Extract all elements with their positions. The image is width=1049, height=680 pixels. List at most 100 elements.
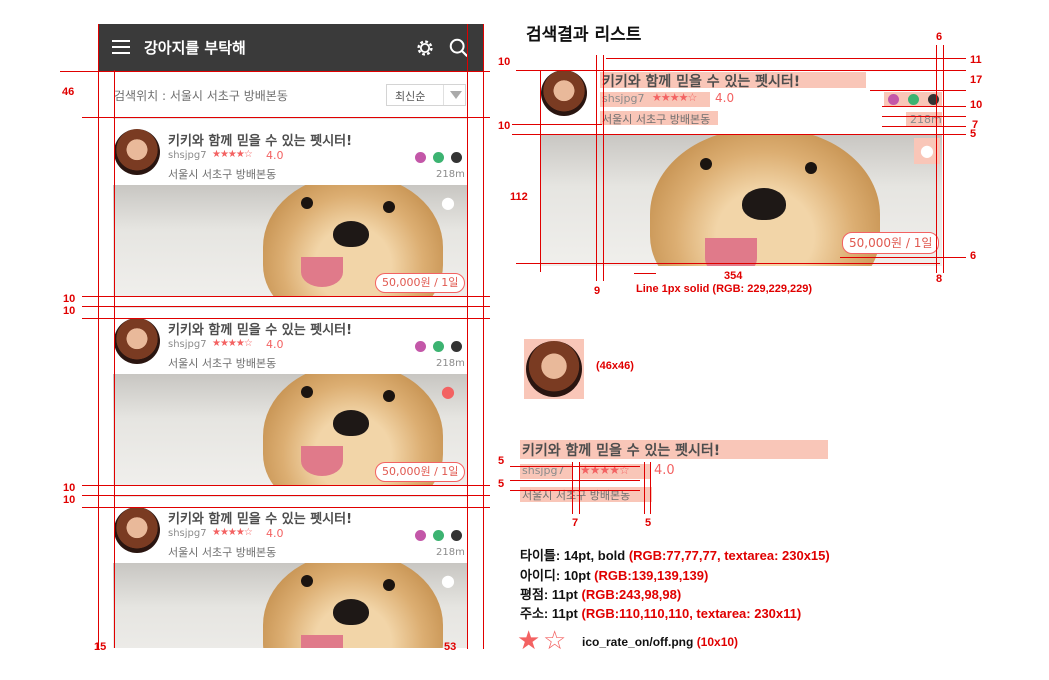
- dim-label: 8: [936, 273, 943, 285]
- rating-stars: ★★★★☆: [212, 527, 253, 538]
- rating-value: 4.0: [266, 527, 284, 540]
- guide-line: [82, 485, 490, 486]
- play-icon: [433, 530, 444, 541]
- dim-label: 15: [94, 641, 107, 653]
- home-icon: [928, 94, 939, 105]
- rating-value: 4.0: [266, 338, 284, 351]
- dim-label: 354: [724, 270, 743, 282]
- dim-label: 10: [498, 56, 511, 68]
- app-bar: 강아지를 부탁해: [98, 24, 483, 72]
- play-icon: [908, 94, 919, 105]
- dim-label: 10: [970, 99, 983, 111]
- sort-select[interactable]: 최신순: [386, 84, 466, 106]
- dim-label: 11: [970, 54, 982, 66]
- menu-icon[interactable]: [112, 38, 132, 56]
- dim-label: 10: [63, 293, 76, 305]
- guide-line: [882, 116, 966, 117]
- list-item[interactable]: 키키와 함께 믿을 수 있는 펫시터! shsjpg7 ★★★★☆ 4.0 서울…: [113, 496, 468, 648]
- rating-value: 4.0: [715, 91, 735, 105]
- dog-face: [263, 563, 443, 648]
- star-spec-line: ico_rate_on/off.png (10x10): [582, 635, 739, 649]
- spec-card: 키키와 함께 믿을 수 있는 펫시터! shsjpg7 ★★★★☆ 4.0 서울…: [540, 70, 942, 266]
- spec-rating-value: 4.0: [654, 463, 675, 478]
- spec-line-rating: 평점: 11pt (RGB:243,98,98): [520, 587, 682, 602]
- user-id: shsjpg7: [168, 339, 207, 350]
- dim-label: 5: [645, 517, 652, 529]
- dim-label: 112: [510, 191, 528, 203]
- paw-icon[interactable]: ●: [920, 141, 934, 160]
- price-badge: 50,000원 / 1일: [375, 462, 466, 482]
- distance: 218m: [436, 169, 465, 180]
- location-bar: 검색위치 : 서울시 서초구 방배본동 최신순: [98, 72, 483, 118]
- avatar: [114, 507, 160, 553]
- user-id: shsjpg7: [168, 150, 207, 161]
- distance: 218m: [436, 547, 465, 558]
- guide-line: [510, 490, 640, 491]
- guide-line: [510, 466, 640, 467]
- paw-icon[interactable]: ●: [441, 382, 455, 401]
- guide-line: [870, 90, 966, 91]
- listing-title: 키키와 함께 믿을 수 있는 펫시터!: [168, 134, 353, 149]
- badge-1-icon: [888, 94, 899, 105]
- play-icon: [433, 341, 444, 352]
- star-off-icon: ☆: [543, 626, 567, 656]
- sort-select-value: 최신순: [395, 90, 426, 103]
- list-item[interactable]: 키키와 함께 믿을 수 있는 펫시터! shsjpg7 ★★★★☆ 4.0 서울…: [113, 118, 468, 297]
- spec-heading: 검색결과 리스트: [526, 25, 642, 45]
- guide-line: [82, 117, 490, 118]
- dog-photo: ● 50,000원 / 1일: [113, 374, 468, 486]
- guide-line: [596, 55, 597, 281]
- guide-line: [82, 296, 490, 297]
- spec-line-title: 타이틀: 14pt, bold (RGB:77,77,77, textarea:…: [520, 548, 830, 563]
- price-badge: 50,000원 / 1일: [375, 273, 466, 293]
- guide-line: [82, 495, 490, 496]
- star-on-icon: ★: [517, 626, 541, 656]
- line-note: Line 1px solid (RGB: 229,229,229): [636, 283, 813, 295]
- gear-icon[interactable]: [414, 37, 436, 59]
- chevron-down-icon[interactable]: [443, 85, 466, 105]
- rating-stars: ★★★★☆: [212, 149, 253, 160]
- spec-listing-title: 키키와 함께 믿을 수 있는 펫시터!: [522, 443, 721, 459]
- dim-label: 10: [63, 305, 76, 317]
- address: 서울시 서초구 방배본동: [168, 546, 277, 559]
- listing-title: 키키와 함께 믿을 수 있는 펫시터!: [602, 74, 801, 90]
- guide-line: [60, 71, 490, 72]
- address: 서울시 서초구 방배본동: [602, 113, 711, 126]
- guide-line: [510, 480, 640, 481]
- guide-line: [516, 263, 940, 264]
- dim-label: 10: [498, 120, 511, 132]
- guide-line: [82, 318, 490, 319]
- guide-line: [840, 257, 966, 258]
- paw-icon[interactable]: ●: [441, 193, 455, 212]
- list-item[interactable]: 키키와 함께 믿을 수 있는 펫시터! shsjpg7 ★★★★☆ 4.0 서울…: [113, 307, 468, 486]
- distance: 218m: [436, 358, 465, 369]
- guide-line: [540, 70, 541, 272]
- dim-label: 5: [970, 128, 977, 140]
- guide-line: [644, 462, 645, 514]
- home-icon: [451, 530, 462, 541]
- avatar: [114, 318, 160, 364]
- rating-stars: ★★★★☆: [212, 338, 253, 349]
- badge-1-icon: [415, 530, 426, 541]
- dog-photo: ● 50,000원 / 1일: [113, 185, 468, 297]
- price-badge: 50,000원 / 1일: [842, 232, 940, 254]
- avatar: [526, 341, 582, 397]
- spec-line-id: 아이디: 10pt (RGB:139,139,139): [520, 568, 709, 583]
- guide-line: [572, 462, 573, 514]
- guide-line: [634, 273, 656, 274]
- badge-1-icon: [415, 341, 426, 352]
- guide-line: [882, 106, 966, 107]
- guide-line: [943, 45, 944, 273]
- dim-label: 9: [594, 285, 601, 297]
- guide-line: [650, 462, 651, 514]
- guide-line: [82, 507, 490, 508]
- paw-icon[interactable]: ●: [441, 571, 455, 590]
- user-id: shsjpg7: [168, 528, 207, 539]
- guide-line: [82, 306, 490, 307]
- dim-label: 10: [63, 494, 76, 506]
- avatar: [114, 129, 160, 175]
- dog-photo: ● 50,000원 / 1일: [540, 134, 942, 266]
- dim-label: 10: [63, 482, 76, 494]
- dim-label: 6: [970, 250, 977, 262]
- address: 서울시 서초구 방배본동: [168, 168, 277, 181]
